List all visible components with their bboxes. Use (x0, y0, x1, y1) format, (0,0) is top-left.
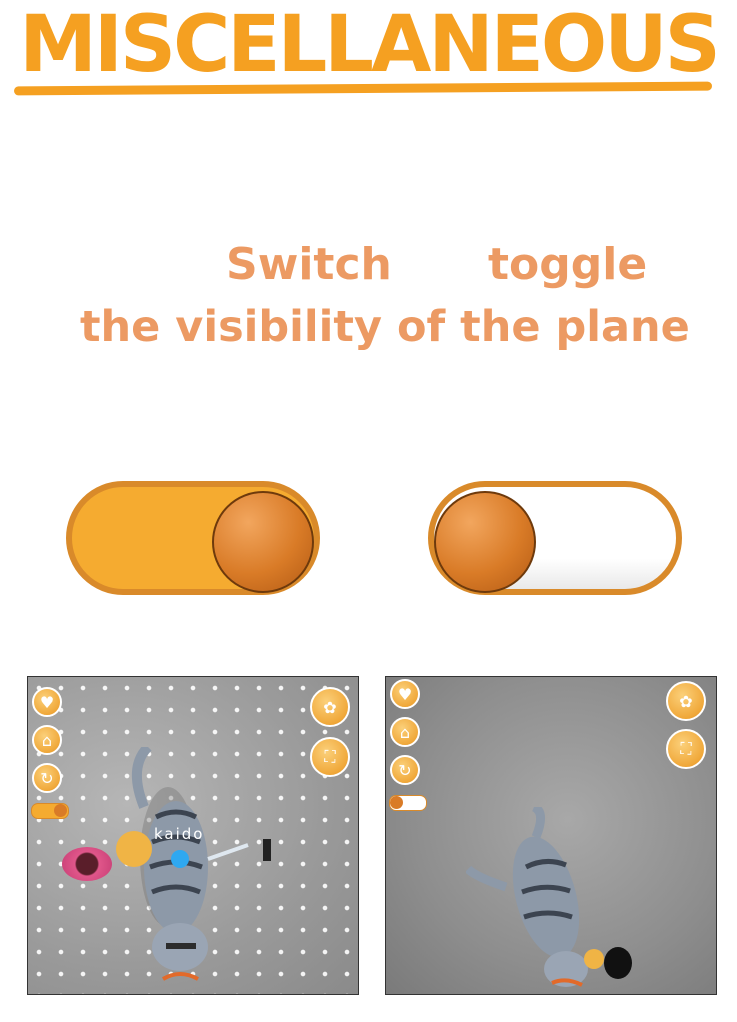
food-bowl (62, 847, 112, 881)
toggle-knob (434, 491, 536, 593)
cat-name-label: kaido (154, 825, 205, 843)
refresh-icon[interactable]: ↻ (32, 763, 62, 793)
screenshot-plane-visible: ♥ ⌂ ↻ ✿ ⛶ kaido (27, 676, 359, 995)
cat-model (466, 807, 632, 987)
mini-toggle-knob (390, 796, 403, 809)
paw-icon[interactable]: ✿ (310, 687, 350, 727)
plane-toggle-off[interactable] (428, 481, 682, 595)
mini-toggle-knob (54, 804, 67, 817)
plane-toggle-on[interactable] (66, 481, 320, 595)
instruction-word-toggle: toggle (488, 239, 648, 290)
page-title: MISCELLANEOUS (19, 0, 721, 90)
paw-icon[interactable]: ✿ (666, 681, 706, 721)
cat-model (131, 747, 271, 981)
bath-icon[interactable]: ⌂ (32, 725, 62, 755)
instruction-line-2: the visibility of the plane (80, 302, 690, 352)
screenshot-plane-hidden: ♥ ⌂ ↻ ✿ ⛶ (385, 676, 717, 995)
fullscreen-icon[interactable]: ⛶ (310, 737, 350, 777)
heart-icon[interactable]: ♥ (390, 679, 420, 709)
fullscreen-icon[interactable]: ⛶ (666, 729, 706, 769)
instruction-word-switch: Switch (226, 239, 392, 290)
refresh-icon[interactable]: ↻ (390, 755, 420, 785)
mini-plane-toggle[interactable] (389, 795, 427, 811)
bath-icon[interactable]: ⌂ (390, 717, 420, 747)
toggle-knob (212, 491, 314, 593)
heart-icon[interactable]: ♥ (32, 687, 62, 717)
mini-plane-toggle[interactable] (31, 803, 69, 819)
cat-face-icon (116, 831, 152, 867)
